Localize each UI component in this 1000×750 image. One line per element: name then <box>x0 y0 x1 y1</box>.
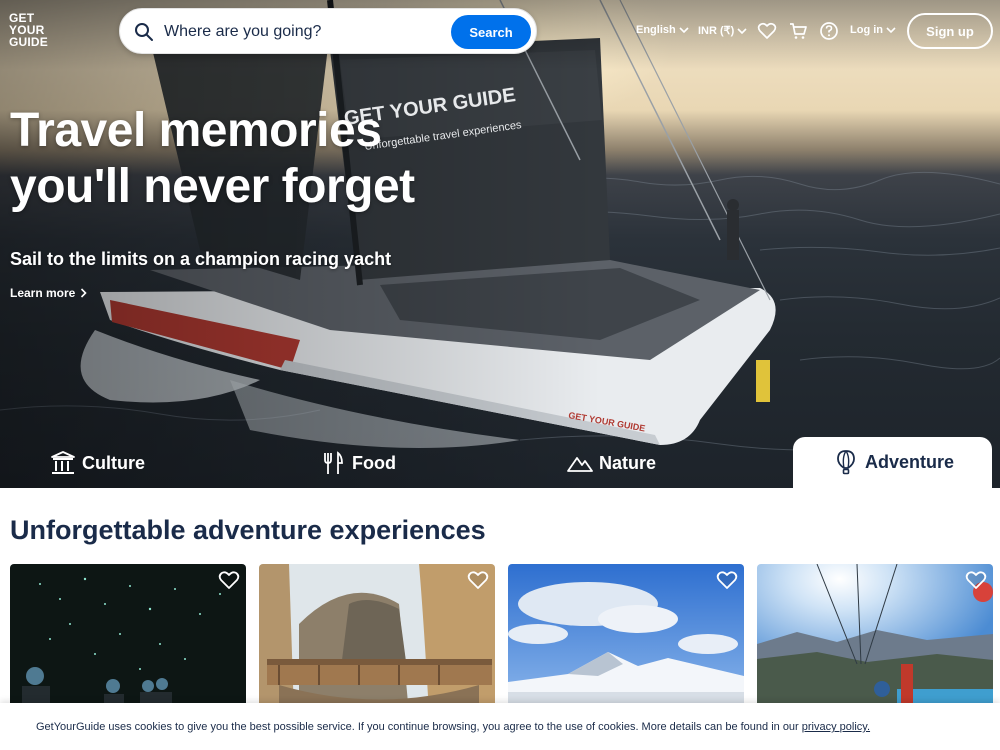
login-label: Log in <box>850 24 883 36</box>
heart-icon[interactable] <box>716 569 738 591</box>
chevron-down-icon <box>679 27 689 34</box>
tab-label: Food <box>352 452 396 473</box>
heart-icon[interactable] <box>757 21 777 41</box>
card-image <box>757 564 993 714</box>
fork-knife-icon <box>324 451 343 474</box>
heart-icon[interactable] <box>467 569 489 591</box>
heart-icon[interactable] <box>218 569 240 591</box>
heart-icon[interactable] <box>965 569 987 591</box>
tab-adventure[interactable]: Adventure <box>793 437 992 488</box>
experience-card[interactable] <box>10 564 246 714</box>
tab-nature[interactable]: Nature <box>567 448 656 478</box>
hot-air-balloon-icon <box>837 450 855 475</box>
mountain-icon <box>567 457 593 472</box>
learn-more-label: Learn more <box>10 286 76 300</box>
tab-food[interactable]: Food <box>320 448 396 478</box>
sail-branding: GET YOUR GUIDE Unforgettable travel expe… <box>343 84 646 433</box>
card-image <box>10 564 246 714</box>
hero-title: Travel memories you'll never forget <box>10 103 530 215</box>
section-title: Unforgettable adventure experiences <box>10 515 486 545</box>
chevron-down-icon <box>886 27 896 34</box>
cookie-text-wrap: GetYourGuide uses cookies to give you th… <box>36 721 870 733</box>
cookie-banner: GetYourGuide uses cookies to give you th… <box>0 703 1000 750</box>
chevron-right-icon <box>81 288 87 298</box>
search-icon <box>135 23 153 41</box>
tab-label: Culture <box>82 452 145 473</box>
signup-button[interactable]: Sign up <box>907 13 993 49</box>
currency-selector[interactable]: INR (₹) <box>698 24 747 37</box>
tab-label: Nature <box>599 452 657 473</box>
experience-card[interactable] <box>259 564 495 714</box>
tab-culture[interactable]: Culture <box>50 448 145 478</box>
hero-subtitle: Sail to the limits on a champion racing … <box>10 249 392 269</box>
cart-icon[interactable] <box>788 21 808 41</box>
hull-brand-text: GET YOUR GUIDE <box>568 410 646 433</box>
hero-title-line: Travel memories <box>10 104 382 157</box>
language-label: English <box>636 24 676 36</box>
search-button[interactable]: Search <box>451 15 531 49</box>
currency-label: INR (₹) <box>698 25 735 37</box>
logo[interactable]: GET YOUR GUIDE <box>9 12 59 48</box>
learn-more-link[interactable]: Learn more <box>10 286 87 300</box>
card-image <box>508 564 744 714</box>
hero-title-line: you'll never forget <box>10 160 415 213</box>
tab-label: Adventure <box>865 451 955 472</box>
help-icon[interactable] <box>819 21 839 41</box>
login-menu[interactable]: Log in <box>850 24 896 36</box>
experience-card[interactable] <box>757 564 993 714</box>
search-bar: Search <box>119 8 537 54</box>
search-input[interactable] <box>164 19 444 45</box>
card-image <box>259 564 495 714</box>
privacy-policy-link[interactable]: privacy policy. <box>802 721 870 733</box>
logo-line: GUIDE <box>9 35 49 49</box>
hero-banner: GET YOUR GUIDE Unforgettable travel expe… <box>0 0 1000 488</box>
experience-card[interactable] <box>508 564 744 714</box>
temple-icon <box>51 451 75 474</box>
language-selector[interactable]: English <box>636 24 689 36</box>
cookie-text: GetYourGuide uses cookies to give you th… <box>36 721 799 733</box>
chevron-down-icon <box>737 27 747 34</box>
